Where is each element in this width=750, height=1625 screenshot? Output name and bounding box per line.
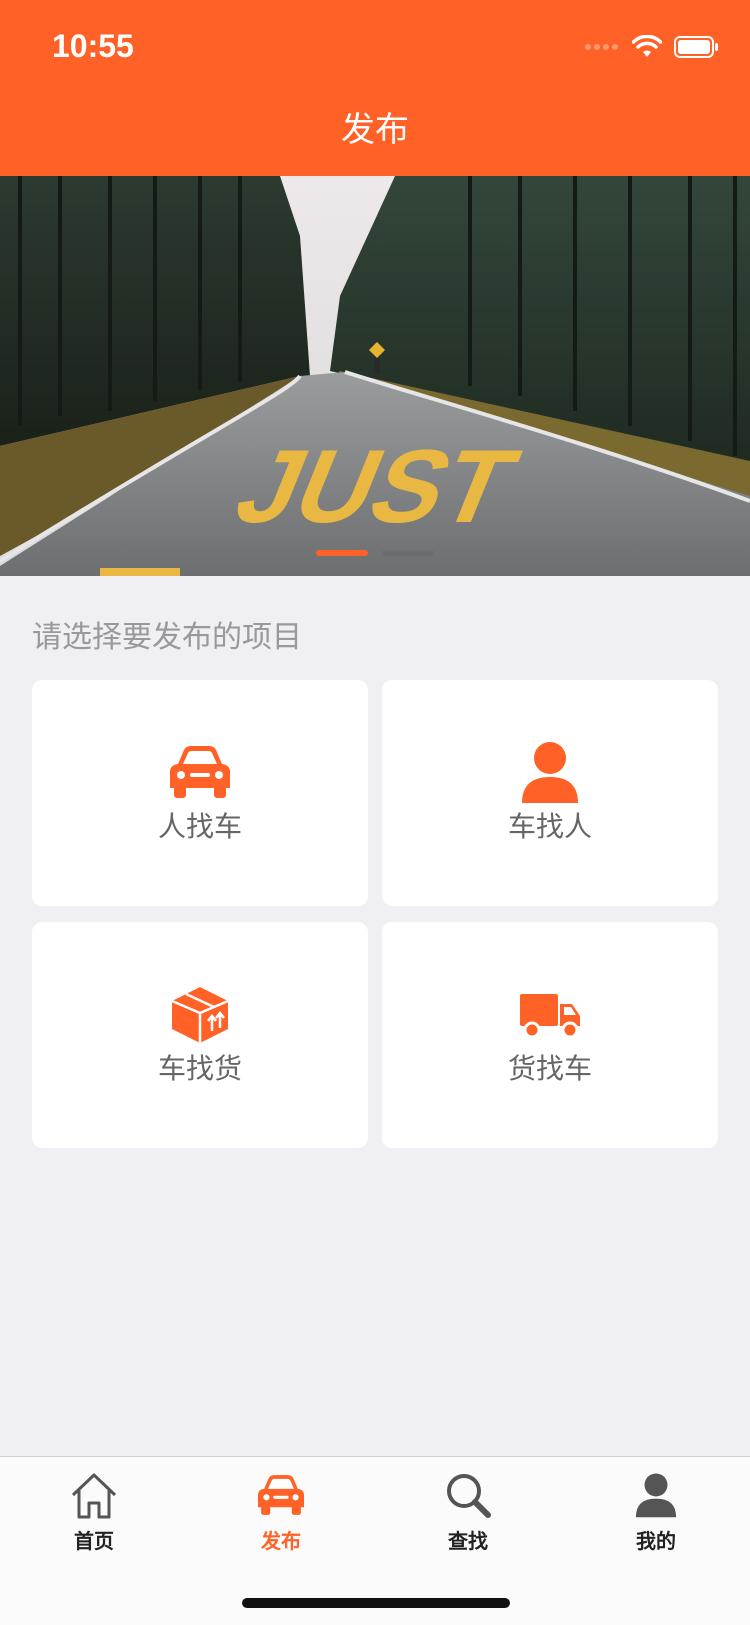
banner-road-text: JUST: [220, 428, 533, 544]
banner-image: JUST: [0, 176, 750, 576]
tab-profile[interactable]: 我的: [586, 1471, 726, 1554]
carousel-dot[interactable]: [382, 550, 434, 556]
tab-publish[interactable]: 发布: [211, 1471, 351, 1554]
battery-icon: [674, 36, 718, 58]
carousel-dot-active[interactable]: [316, 550, 368, 556]
status-icons: [584, 32, 720, 62]
home-icon: [68, 1471, 120, 1519]
option-card-passenger-seek-car[interactable]: 人找车: [32, 680, 368, 906]
option-card-goods-seek-car[interactable]: 货找车: [382, 922, 718, 1148]
status-time: 10:55: [52, 28, 134, 64]
option-card-car-seek-goods[interactable]: 车找货: [32, 922, 368, 1148]
tab-label: 我的: [636, 1529, 676, 1553]
carousel-indicator: [0, 550, 750, 556]
tab-search[interactable]: 查找: [398, 1471, 538, 1554]
header-bar: 10:55 发布: [0, 0, 750, 176]
tab-label: 发布: [261, 1529, 301, 1553]
car-icon: [165, 740, 235, 804]
tab-home[interactable]: 首页: [24, 1471, 164, 1554]
signal-icon: [585, 44, 618, 50]
option-label: 车找人: [507, 810, 592, 843]
package-icon: [165, 982, 235, 1046]
banner-carousel[interactable]: JUST: [0, 176, 750, 576]
tab-label: 查找: [448, 1529, 488, 1553]
truck-icon: [515, 982, 585, 1046]
option-label: 车找货: [157, 1052, 242, 1085]
option-card-car-seek-passenger[interactable]: 车找人: [382, 680, 718, 906]
page-title: 发布: [341, 110, 409, 150]
car-icon: [255, 1471, 307, 1519]
tab-label: 首页: [74, 1529, 114, 1553]
home-indicator: [242, 1598, 510, 1608]
option-label: 人找车: [157, 810, 242, 843]
option-label: 货找车: [507, 1052, 592, 1085]
search-icon: [442, 1471, 494, 1519]
section-title: 请选择要发布的项目: [32, 620, 302, 655]
wifi-icon: [632, 35, 662, 57]
profile-icon: [630, 1471, 682, 1519]
person-icon: [515, 740, 585, 804]
